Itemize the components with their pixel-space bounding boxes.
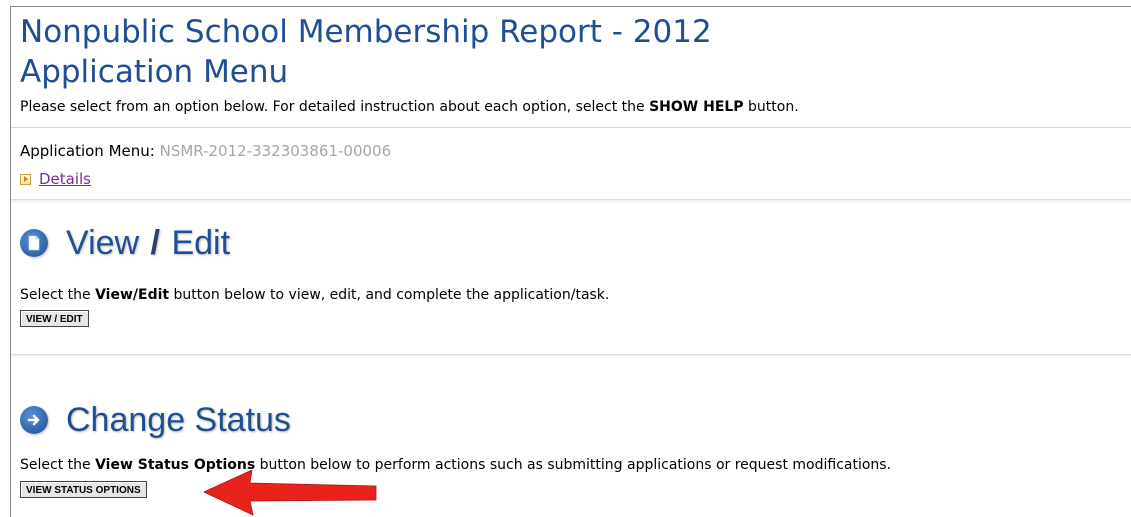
page-title: Nonpublic School Membership Report - 201… <box>20 14 712 50</box>
change-status-heading: Change Status <box>20 400 291 440</box>
document-icon <box>20 229 48 257</box>
view-edit-heading-view: View <box>66 224 140 262</box>
details-toggle[interactable]: Details <box>20 169 91 189</box>
view-edit-description: Select the View/Edit button below to vie… <box>20 286 609 304</box>
change-status-description-prefix: Select the <box>20 457 96 473</box>
arrow-right-icon <box>20 406 48 434</box>
section-divider <box>11 199 1131 204</box>
view-edit-heading: View / Edit <box>20 223 230 263</box>
view-edit-heading-slash: / <box>150 224 160 262</box>
details-link[interactable]: Details <box>39 169 91 189</box>
red-arrow-shape <box>204 470 377 516</box>
application-id-value: NSMR-2012-332303861-00006 <box>159 142 392 160</box>
view-edit-description-suffix: button below to view, edit, and complete… <box>169 287 610 303</box>
intro-text: Please select from an option below. For … <box>20 98 799 116</box>
view-edit-description-bold: View/Edit <box>95 287 170 303</box>
change-status-description: Select the View Status Options button be… <box>20 456 891 474</box>
view-edit-description-prefix: Select the <box>20 287 96 303</box>
application-id-label: Application Menu: <box>20 142 160 160</box>
intro-text-bold: SHOW HELP <box>649 99 744 115</box>
view-edit-heading-edit: Edit <box>171 224 231 262</box>
change-status-heading-text: Change Status <box>66 401 291 439</box>
red-arrow-annotation <box>204 470 377 516</box>
view-status-options-button[interactable]: VIEW STATUS OPTIONS <box>20 481 147 498</box>
intro-text-prefix: Please select from an option below. For … <box>20 99 650 115</box>
expand-arrow-icon[interactable] <box>20 173 31 185</box>
view-edit-button[interactable]: VIEW / EDIT <box>20 310 89 327</box>
divider <box>11 127 1131 128</box>
application-id-row: Application Menu: NSMR-2012-332303861-00… <box>20 141 391 161</box>
intro-text-suffix: button. <box>743 99 799 115</box>
section-divider <box>11 354 1131 359</box>
page-subtitle: Application Menu <box>20 54 289 90</box>
